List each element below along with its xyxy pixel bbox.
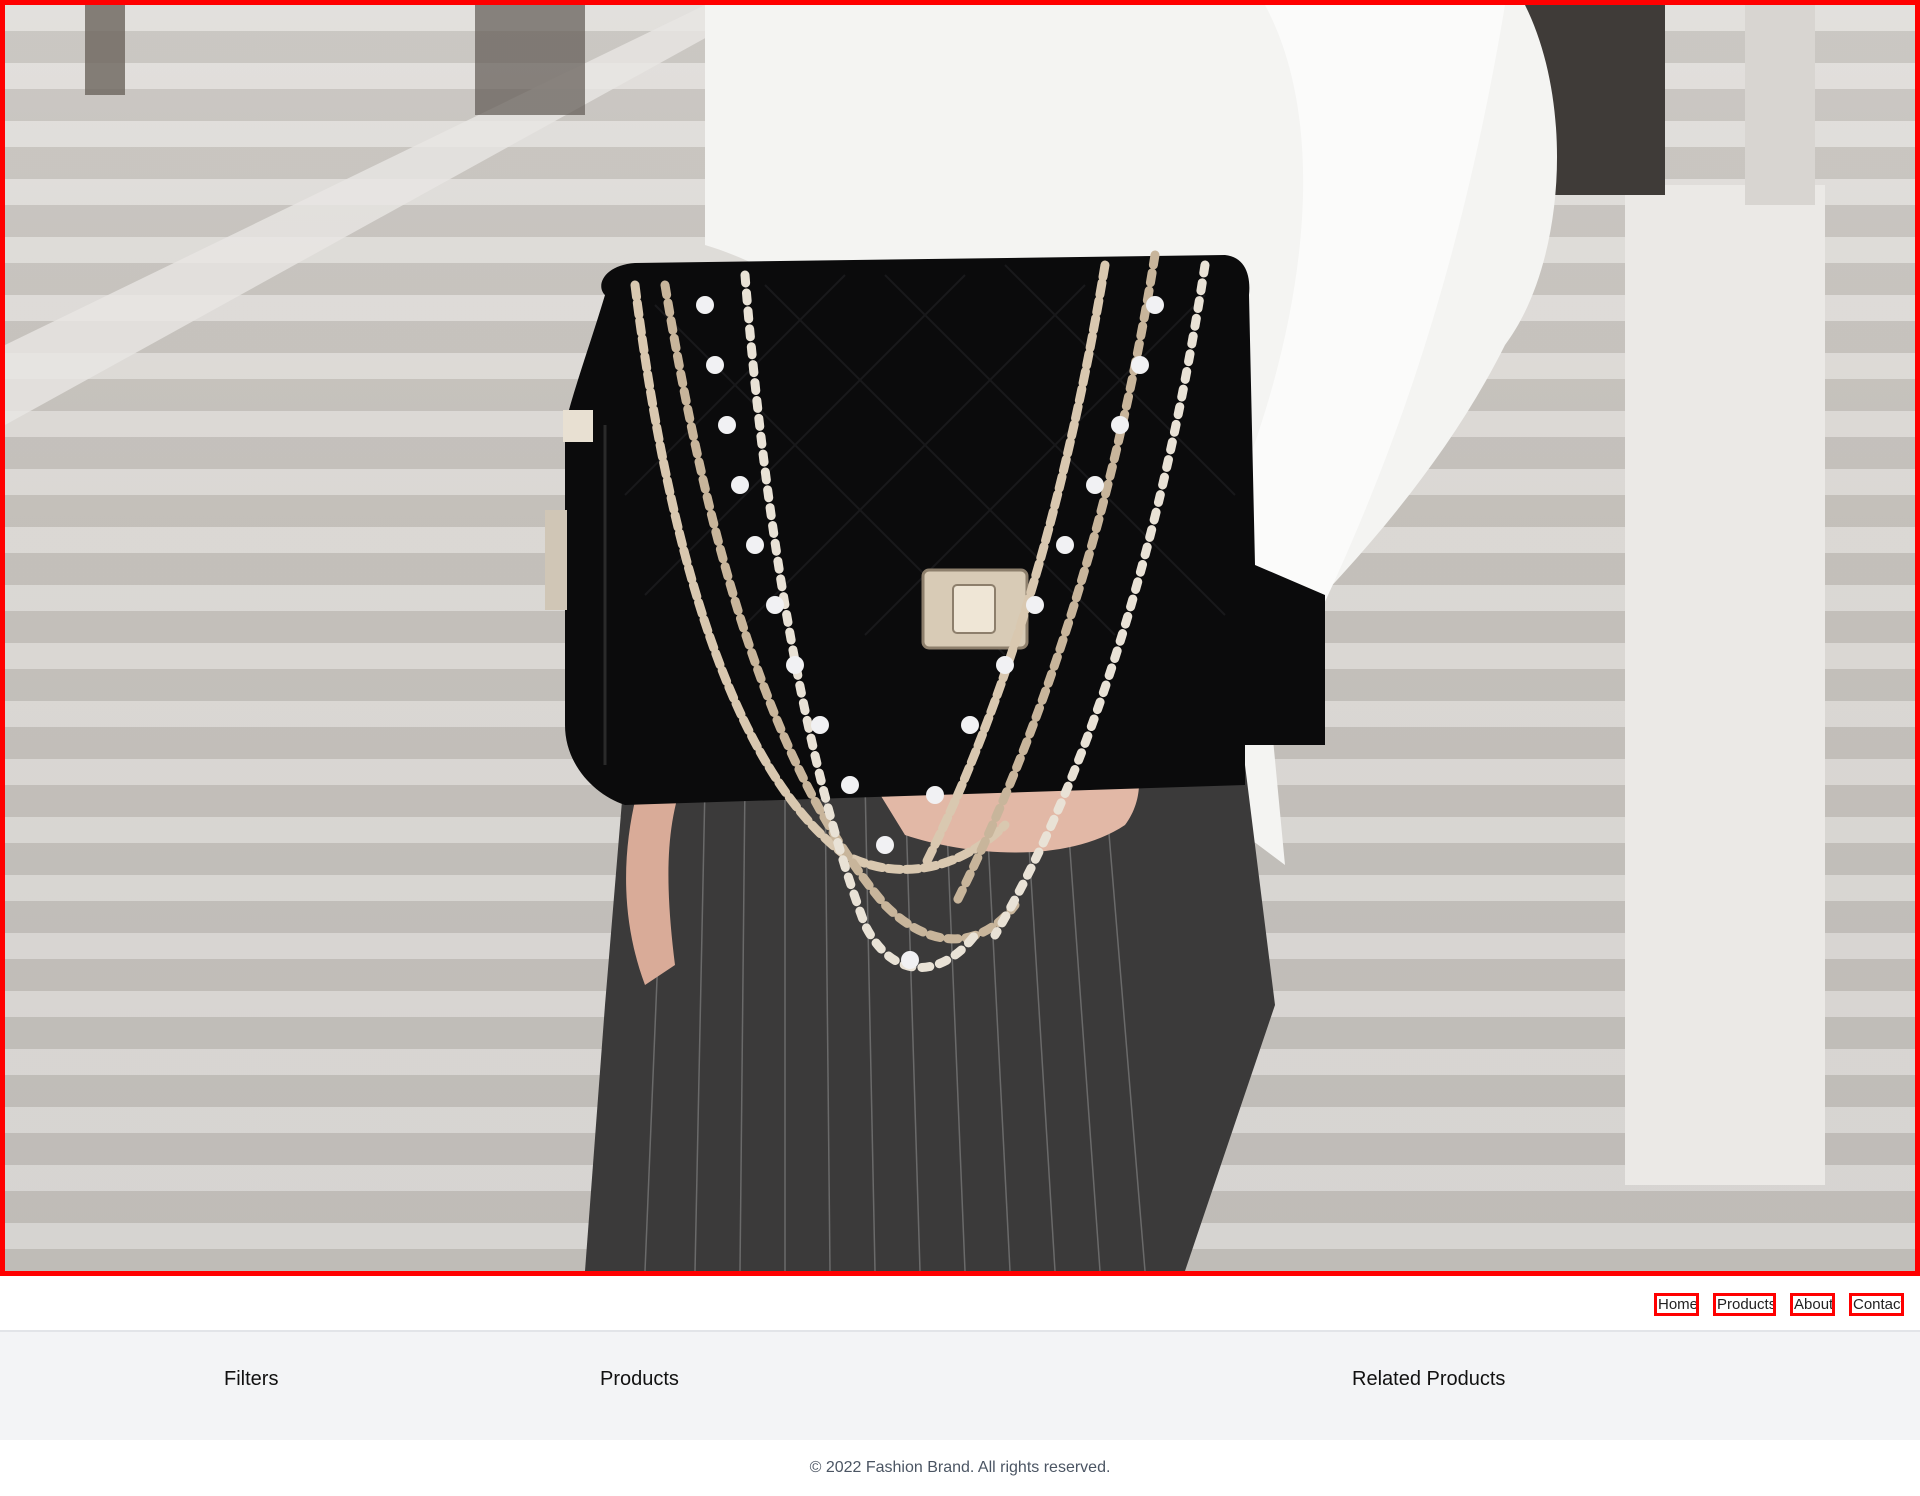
- top-navbar: Home Products About Contact: [0, 1276, 1920, 1332]
- footer: © 2022 Fashion Brand. All rights reserve…: [0, 1440, 1920, 1496]
- nav-link-about[interactable]: About: [1790, 1293, 1835, 1316]
- nav-link-home[interactable]: Home: [1654, 1293, 1699, 1316]
- hero-image: [0, 0, 1920, 1276]
- handbag-photo: [5, 5, 1825, 1271]
- nav-link-contact[interactable]: Contact: [1849, 1293, 1904, 1316]
- filters-heading: Filters: [224, 1368, 279, 1390]
- nav-link-products[interactable]: Products: [1713, 1293, 1776, 1316]
- products-heading: Products: [600, 1368, 679, 1390]
- related-products-heading: Related Products: [1352, 1368, 1506, 1390]
- copyright-text: © 2022 Fashion Brand. All rights reserve…: [809, 1459, 1111, 1476]
- nav-links: Home Products About Contact: [1654, 1293, 1904, 1316]
- main-content: Filters Products Related Products: [0, 1332, 1920, 1441]
